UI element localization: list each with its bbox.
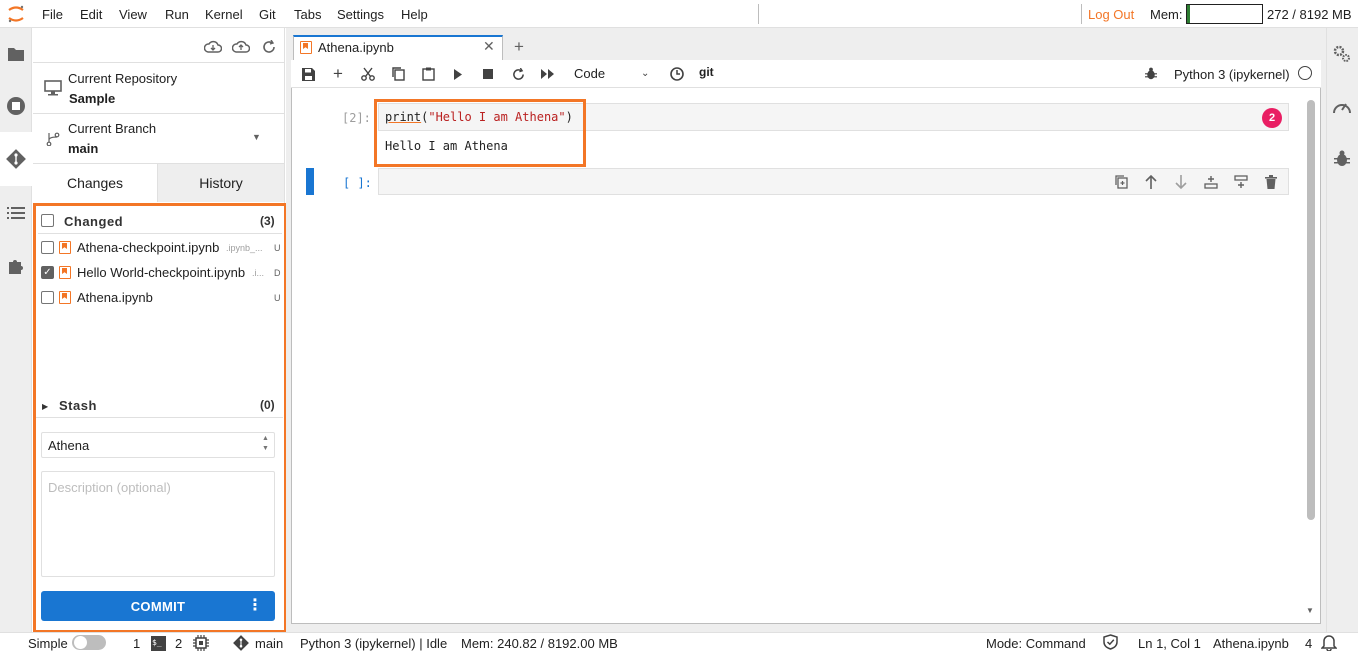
simple-mode-label: Simple	[28, 636, 68, 651]
left-activity-bar	[0, 28, 32, 632]
new-tab-button[interactable]: +	[508, 36, 530, 58]
cell-prompt: [2]:	[342, 111, 371, 125]
current-repository-name: Sample	[69, 91, 116, 106]
logout-divider	[1081, 4, 1082, 24]
cloud-push-icon[interactable]	[232, 38, 250, 56]
move-up-icon[interactable]	[1141, 172, 1161, 192]
restart-icon[interactable]	[508, 64, 528, 84]
copy-icon[interactable]	[388, 64, 408, 84]
delete-cell-icon[interactable]	[1261, 172, 1281, 192]
kernel-name[interactable]: Python 3 (ipykernel)	[1174, 67, 1290, 82]
git-icon[interactable]	[5, 148, 27, 170]
menu-help[interactable]: Help	[401, 7, 428, 22]
cloud-pull-icon[interactable]	[204, 38, 222, 56]
scrollbar-thumb[interactable]	[1307, 100, 1315, 520]
kernel-count[interactable]: 2	[175, 636, 182, 651]
highlight-box	[374, 99, 586, 167]
git-diff-button[interactable]: git	[699, 65, 714, 79]
menu-file[interactable]: File	[42, 7, 63, 22]
fast-forward-icon[interactable]	[538, 64, 558, 84]
mode-indicator: Mode: Command	[986, 636, 1086, 651]
save-icon[interactable]	[298, 64, 318, 84]
debugger-gauge-icon[interactable]	[1331, 96, 1353, 118]
memory-bar	[1186, 4, 1263, 24]
kernel-chip-icon[interactable]	[193, 635, 209, 651]
tab-changes[interactable]: Changes	[33, 164, 157, 202]
run-icon[interactable]	[448, 64, 468, 84]
kernel-status-icon	[1298, 66, 1312, 80]
add-cell-icon[interactable]: +	[328, 64, 348, 84]
tab-label: Athena.ipynb	[318, 40, 394, 55]
highlight-box	[33, 203, 287, 633]
active-cell-indicator[interactable]	[306, 168, 314, 195]
memory-bar-fill	[1187, 5, 1190, 23]
menu-view[interactable]: View	[119, 7, 147, 22]
bug-icon[interactable]	[1331, 148, 1353, 170]
tab-history[interactable]: History	[157, 164, 284, 202]
current-repository-label: Current Repository	[68, 71, 178, 86]
close-icon[interactable]: ✕	[483, 38, 495, 55]
memory-usage: Mem: 240.82 / 8192.00 MB	[461, 636, 618, 651]
menu-git[interactable]: Git	[259, 7, 276, 22]
chevron-down-icon[interactable]: ⌄	[641, 68, 649, 79]
branch-icon	[46, 132, 60, 146]
memory-label: Mem:	[1150, 7, 1183, 22]
shield-icon[interactable]	[1103, 634, 1119, 651]
notification-count[interactable]: 4	[1305, 636, 1312, 651]
status-file-name: Athena.ipynb	[1213, 636, 1289, 651]
cell-type-select[interactable]: Code	[574, 66, 605, 81]
caret-down-icon[interactable]: ▼	[252, 132, 261, 142]
menu-edit[interactable]: Edit	[80, 7, 102, 22]
cell-prompt: [ ]:	[343, 176, 372, 190]
right-activity-bar	[1326, 28, 1358, 632]
logout-button[interactable]: Log Out	[1088, 7, 1134, 22]
desktop-icon	[44, 80, 62, 96]
current-branch-name: main	[68, 141, 99, 156]
menu-kernel[interactable]: Kernel	[205, 7, 243, 22]
refresh-icon[interactable]	[260, 38, 278, 56]
toc-icon[interactable]	[5, 202, 27, 224]
git-branch-icon[interactable]	[233, 635, 249, 651]
kernel-status[interactable]: Python 3 (ipykernel) | Idle	[300, 636, 447, 651]
jupyter-logo-icon[interactable]	[6, 4, 26, 24]
scroll-down-icon[interactable]: ▼	[1306, 606, 1314, 615]
move-down-icon[interactable]	[1171, 172, 1191, 192]
running-icon[interactable]	[5, 95, 27, 117]
stop-icon[interactable]	[478, 64, 498, 84]
bell-icon[interactable]	[1320, 634, 1338, 652]
error-badge[interactable]: 2	[1262, 108, 1282, 128]
notebook-toolbar	[291, 60, 1321, 88]
menu-tabs[interactable]: Tabs	[294, 7, 321, 22]
extension-icon[interactable]	[5, 255, 27, 277]
notebook-file-icon	[300, 41, 312, 54]
status-branch[interactable]: main	[255, 636, 283, 651]
cut-icon[interactable]	[358, 64, 378, 84]
toggle-knob	[74, 636, 87, 649]
insert-above-icon[interactable]	[1201, 172, 1221, 192]
cursor-position[interactable]: Ln 1, Col 1	[1138, 636, 1201, 651]
terminal-count[interactable]: 1	[133, 636, 140, 651]
current-branch-label: Current Branch	[68, 121, 157, 136]
terminal-icon[interactable]: $_	[151, 636, 166, 651]
menu-divider	[758, 4, 759, 24]
memory-value: 272 / 8192 MB	[1267, 7, 1352, 22]
insert-below-icon[interactable]	[1231, 172, 1251, 192]
duplicate-cell-icon[interactable]	[1111, 172, 1131, 192]
clock-icon[interactable]	[667, 64, 687, 84]
bug-icon[interactable]	[1141, 64, 1161, 84]
menu-settings[interactable]: Settings	[337, 7, 384, 22]
paste-icon[interactable]	[418, 64, 438, 84]
menu-run[interactable]: Run	[165, 7, 189, 22]
folder-icon[interactable]	[5, 43, 27, 65]
property-inspector-icon[interactable]	[1331, 43, 1353, 65]
